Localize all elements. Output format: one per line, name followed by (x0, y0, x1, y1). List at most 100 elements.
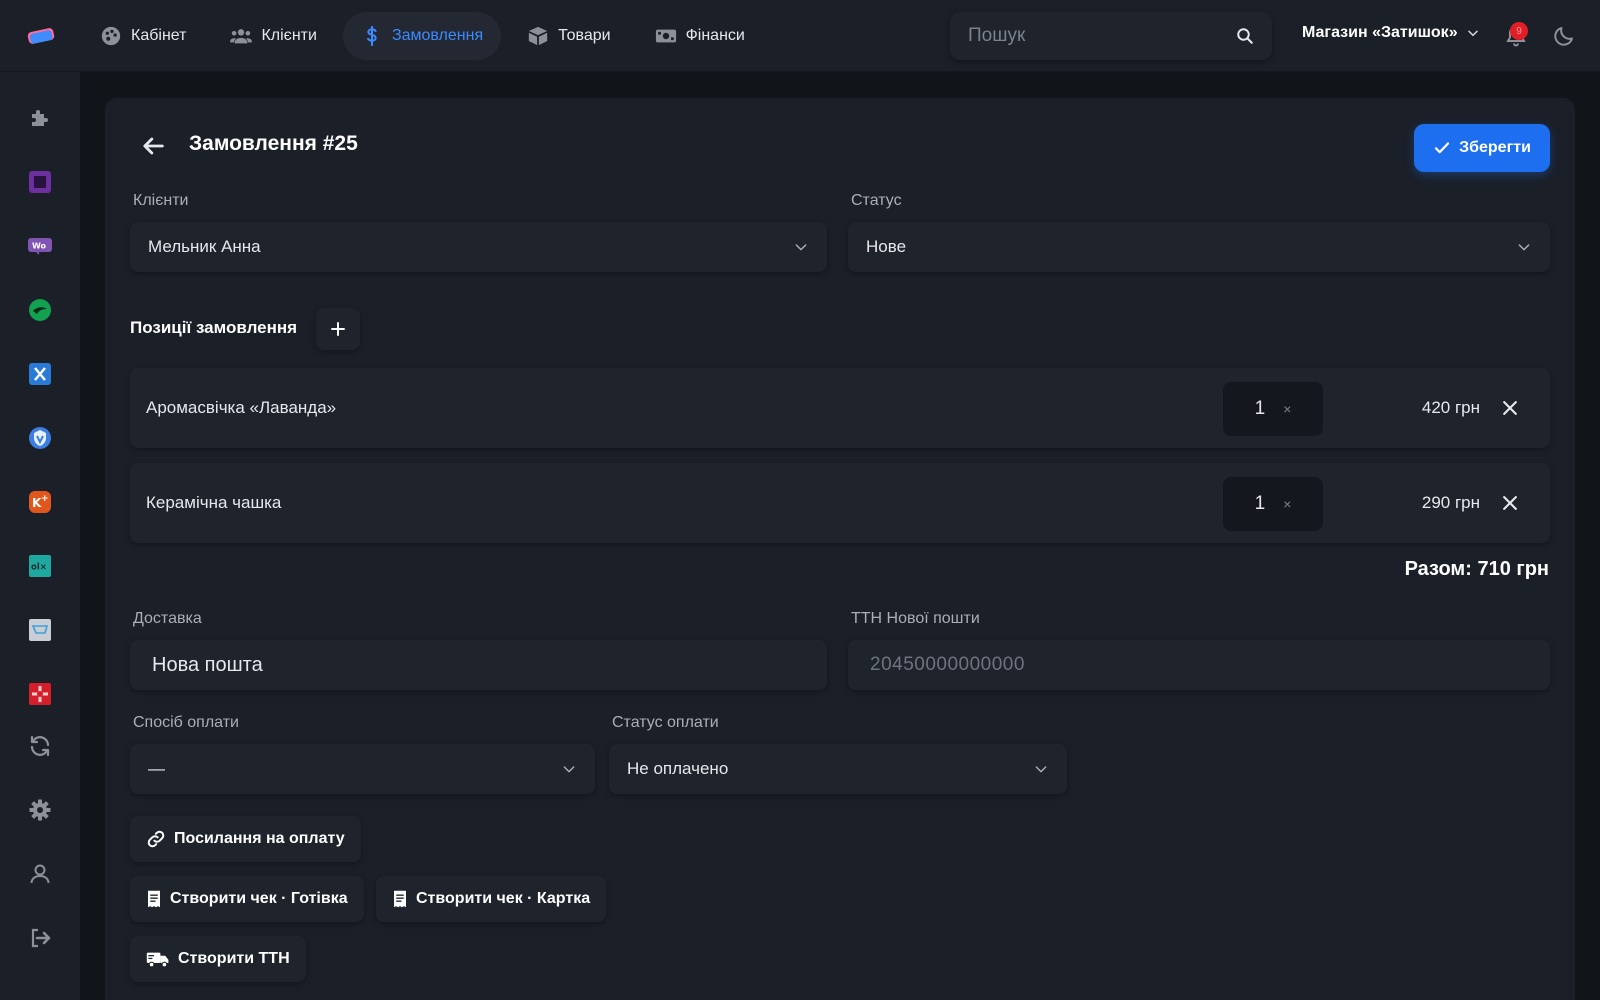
status-label: Статус (851, 192, 902, 209)
delivery-label: Доставка (133, 610, 202, 627)
nav-item-orders[interactable]: Замовлення (342, 11, 502, 60)
quantity-input[interactable]: 1 × (1223, 382, 1323, 436)
delivery-value: Нова пошта (152, 653, 263, 676)
status-select[interactable]: Нове (848, 222, 1550, 272)
nav-label: Клієнти (261, 26, 317, 44)
quantity-value: 1 (1254, 398, 1266, 419)
green-app-icon (29, 299, 51, 321)
sidebar-item-square-app[interactable] (26, 168, 54, 196)
sidebar-item-settings[interactable] (26, 796, 54, 824)
order-panel: Замовлення #25 Зберегти Клієнти Мельник … (105, 98, 1575, 1000)
dollar-icon (367, 25, 377, 46)
app-logo[interactable] (0, 0, 82, 72)
order-item-row: Керамічна чашка 1 × 290 грн (130, 463, 1550, 543)
receipt-cash-label: Створити чек · Готівка (170, 890, 348, 907)
store-selector[interactable]: Магазин «Затишок» (1302, 24, 1480, 42)
shield-app-icon (29, 427, 51, 449)
woo-icon: Wo (28, 238, 52, 255)
search-box (950, 12, 1272, 60)
create-ttn-label: Створити ТТН (178, 950, 290, 967)
puzzle-icon (32, 110, 48, 126)
nav-item-finance[interactable]: Фінанси (637, 12, 763, 60)
nav-label: Кабінет (131, 26, 187, 44)
add-position-button[interactable] (316, 308, 360, 350)
money-icon (655, 29, 676, 42)
save-button[interactable]: Зберегти (1414, 124, 1550, 172)
sidebar: Wo K + ol× (0, 72, 80, 1000)
nav-item-cabinet[interactable]: Кабінет (82, 12, 204, 60)
nav-label: Замовлення (391, 26, 484, 44)
quantity-input[interactable]: 1 × (1223, 477, 1323, 531)
nav-label: Фінанси (685, 26, 745, 44)
payment-method-value: — (148, 759, 165, 778)
client-select[interactable]: Мельник Анна (130, 222, 827, 272)
payment-status-select[interactable]: Не оплачено (609, 744, 1067, 794)
sync-icon (30, 735, 50, 757)
svg-text:Wo: Wo (32, 242, 47, 251)
top-bar: Кабінет Клієнти Замовлення Товари Фінанс… (0, 0, 1600, 72)
gear-icon (29, 799, 51, 821)
receipt-icon (394, 890, 406, 908)
main-nav: Кабінет Клієнти Замовлення Товари Фінанс… (82, 0, 771, 72)
search-input[interactable] (968, 25, 1236, 47)
olx-app-icon: ol× (29, 555, 51, 577)
payment-link-button[interactable]: Посилання на оплату (130, 816, 361, 862)
save-label: Зберегти (1459, 139, 1531, 156)
sidebar-item-shield-app[interactable] (26, 424, 54, 452)
logo-icon (27, 27, 55, 44)
sidebar-item-woocommerce[interactable]: Wo (26, 232, 54, 260)
quantity-multiplier: × (1283, 496, 1292, 512)
order-item-row: Аромасвічка «Лаванда» 1 × 420 грн (130, 368, 1550, 448)
check-icon (1434, 142, 1450, 154)
logout-icon (31, 928, 51, 948)
kplus-app-icon: K + (29, 491, 51, 513)
nav-item-products[interactable]: Товари (509, 12, 628, 60)
receipt-cash-button[interactable]: Створити чек · Готівка (130, 876, 364, 922)
item-price: 290 грн (1421, 493, 1480, 512)
back-arrow-icon[interactable] (139, 132, 167, 160)
search-icon[interactable] (1236, 27, 1254, 45)
ttn-label: ТТН Нової пошти (851, 610, 980, 627)
order-total: Разом: 710 грн (1404, 558, 1549, 580)
positions-title: Позиції замовлення (130, 318, 298, 337)
sidebar-item-x-app[interactable] (26, 360, 54, 388)
sidebar-item-logout[interactable] (26, 924, 54, 952)
cart-app-icon (29, 619, 51, 641)
sidebar-item-kplus-app[interactable]: K + (26, 488, 54, 516)
payment-status-value: Не оплачено (627, 759, 729, 778)
quantity-value: 1 (1254, 493, 1266, 514)
sidebar-item-olx[interactable]: ol× (26, 552, 54, 580)
payment-method-select[interactable]: — (130, 744, 595, 794)
sidebar-item-profile[interactable] (26, 860, 54, 888)
client-label: Клієнти (133, 192, 189, 209)
svg-text:+: + (41, 494, 49, 504)
sidebar-item-red-app[interactable] (26, 680, 54, 708)
page-title: Замовлення #25 (189, 132, 358, 155)
nav-item-clients[interactable]: Клієнти (212, 12, 334, 60)
store-name: Магазин «Затишок» (1302, 24, 1458, 41)
sidebar-item-plugins[interactable] (26, 104, 54, 132)
payment-link-label: Посилання на оплату (174, 830, 345, 847)
x-app-icon (29, 363, 51, 385)
status-value: Нове (866, 237, 907, 256)
receipt-card-label: Створити чек · Картка (416, 890, 591, 907)
sidebar-item-sync[interactable] (26, 732, 54, 760)
client-value: Мельник Анна (148, 237, 261, 256)
chevron-down-icon (795, 244, 807, 251)
receipt-card-button[interactable]: Створити чек · Картка (376, 876, 607, 922)
moon-icon[interactable] (1552, 24, 1576, 48)
link-icon (147, 830, 165, 848)
item-name: Керамічна чашка (146, 493, 282, 512)
item-name: Аромасвічка «Лаванда» (146, 398, 337, 417)
sidebar-item-cart-app[interactable] (26, 616, 54, 644)
close-icon[interactable] (1500, 398, 1520, 418)
payment-status-label: Статус оплати (612, 714, 719, 731)
create-ttn-button[interactable]: Створити ТТН (130, 936, 306, 982)
palette-icon (101, 26, 121, 45)
sidebar-item-green-app[interactable] (26, 296, 54, 324)
svg-text:ol×: ol× (31, 563, 47, 573)
receipt-icon (148, 890, 160, 908)
close-icon[interactable] (1500, 493, 1520, 513)
ttn-input[interactable]: 20450000000000 (848, 640, 1550, 690)
delivery-input[interactable]: Нова пошта (130, 640, 827, 690)
